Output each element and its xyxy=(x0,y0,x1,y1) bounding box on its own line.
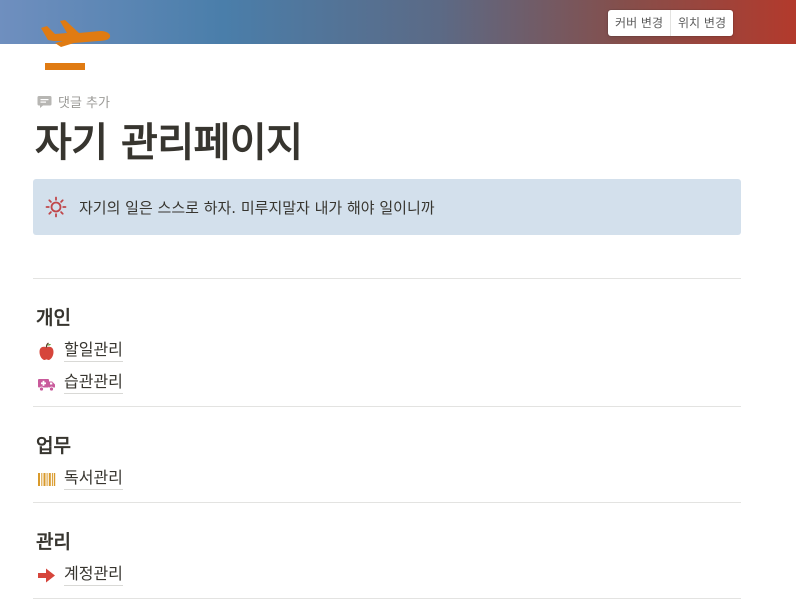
add-comment-label: 댓글 추가 xyxy=(58,96,110,111)
divider xyxy=(33,278,741,279)
page-link-account[interactable]: 계정관리 xyxy=(37,564,123,586)
page-link-todo[interactable]: 할일관리 xyxy=(37,340,123,362)
arrow-right-icon xyxy=(38,568,55,582)
page-link-reading[interactable]: 독서관리 xyxy=(37,468,123,490)
page-link-label: 습관관리 xyxy=(64,372,123,394)
cover-controls: 커버 변경 위치 변경 xyxy=(608,10,733,36)
page-cover: 커버 변경 위치 변경 xyxy=(0,0,796,44)
section-heading-work[interactable]: 업무 xyxy=(36,433,71,459)
add-comment-button[interactable]: 댓글 추가 xyxy=(37,92,110,111)
section-heading-management[interactable]: 관리 xyxy=(36,529,71,555)
change-cover-button[interactable]: 커버 변경 xyxy=(608,10,670,36)
section-heading-personal[interactable]: 개인 xyxy=(36,305,71,331)
apple-icon xyxy=(39,341,54,360)
divider xyxy=(33,502,741,503)
page-title[interactable]: 자기 관리페이지 xyxy=(35,117,303,169)
comment-icon xyxy=(37,95,52,108)
sun-icon[interactable] xyxy=(45,196,67,218)
page-link-label: 할일관리 xyxy=(64,340,123,362)
airplane-departure-icon[interactable] xyxy=(38,16,112,74)
divider xyxy=(33,598,741,599)
callout-text[interactable]: 자기의 일은 스스로 하자. 미루지말자 내가 해야 일이니까 xyxy=(79,197,435,218)
divider xyxy=(33,406,741,407)
page-link-label: 독서관리 xyxy=(64,468,123,490)
page-link-label: 계정관리 xyxy=(64,564,123,586)
reposition-button[interactable]: 위치 변경 xyxy=(670,10,733,36)
callout-block[interactable]: 자기의 일은 스스로 하자. 미루지말자 내가 해야 일이니까 xyxy=(33,179,741,235)
barcode-icon xyxy=(38,472,56,486)
truck-icon xyxy=(38,378,55,391)
page-link-habit[interactable]: 습관관리 xyxy=(37,372,123,394)
